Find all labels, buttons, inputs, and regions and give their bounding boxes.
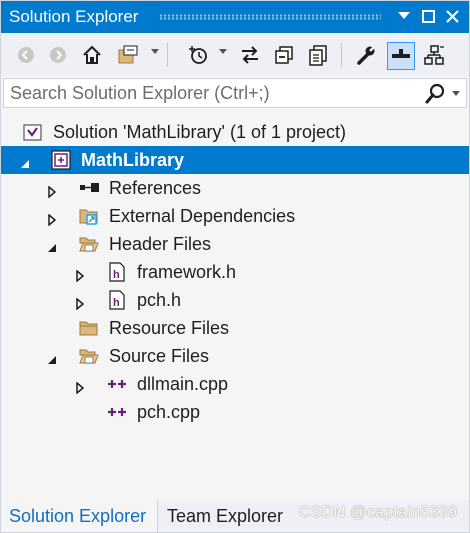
external-dependencies-folder-icon bbox=[79, 206, 99, 226]
svg-text:h: h bbox=[113, 297, 120, 309]
cpp-file-icon bbox=[107, 374, 127, 394]
collapse-arrow-icon[interactable] bbox=[19, 154, 31, 168]
sync-view-icon[interactable] bbox=[115, 42, 141, 68]
tree-item-references[interactable]: References bbox=[1, 174, 469, 202]
tab-solution-explorer[interactable]: Solution Explorer bbox=[1, 500, 158, 532]
search-input[interactable] bbox=[10, 82, 410, 104]
show-all-files-icon[interactable] bbox=[305, 42, 331, 68]
tree-item-pch-cpp[interactable]: pch.cpp bbox=[1, 398, 469, 426]
maximize-icon[interactable] bbox=[417, 5, 439, 27]
tree-item-label: Solution 'MathLibrary' (1 of 1 project) bbox=[53, 122, 347, 142]
tree-item-label: pch.h bbox=[137, 290, 182, 310]
toolbar bbox=[1, 34, 469, 76]
switch-views-icon[interactable] bbox=[237, 42, 263, 68]
collapse-arrow-icon[interactable] bbox=[46, 350, 58, 364]
toolbar-separator bbox=[341, 43, 342, 67]
tree-item-label: External Dependencies bbox=[109, 206, 296, 226]
tree-item-label: MathLibrary bbox=[81, 150, 185, 170]
tree-item-external-dependencies[interactable]: External Dependencies bbox=[1, 202, 469, 230]
window-title: Solution Explorer bbox=[9, 7, 139, 26]
forward-icon[interactable] bbox=[45, 42, 71, 68]
open-folder-icon bbox=[79, 234, 99, 254]
title-bar-grip[interactable] bbox=[159, 14, 381, 20]
tree-item-header-files[interactable]: Header Files bbox=[1, 230, 469, 258]
bottom-tab-strip: Solution Explorer Team Explorer CSDN @ca… bbox=[1, 500, 469, 532]
pending-changes-dropdown-icon[interactable] bbox=[219, 49, 227, 54]
tab-team-explorer[interactable]: Team Explorer bbox=[159, 500, 294, 532]
search-options-dropdown-icon[interactable] bbox=[452, 91, 460, 96]
folder-icon bbox=[79, 318, 99, 338]
collapse-arrow-icon[interactable] bbox=[46, 238, 58, 252]
tree-item-solution[interactable]: Solution 'MathLibrary' (1 of 1 project) bbox=[1, 118, 469, 146]
sync-view-dropdown-icon[interactable] bbox=[151, 49, 159, 54]
tree-item-label: dllmain.cpp bbox=[137, 374, 229, 394]
tree-item-resource-files[interactable]: Resource Files bbox=[1, 314, 469, 342]
solution-icon bbox=[23, 122, 43, 142]
preview-selected-items-icon[interactable] bbox=[387, 42, 415, 70]
pending-changes-icon[interactable] bbox=[185, 42, 211, 68]
expand-arrow-icon[interactable] bbox=[74, 378, 86, 395]
expand-arrow-icon[interactable] bbox=[46, 210, 58, 227]
search-icon[interactable] bbox=[424, 83, 448, 105]
cpp-file-icon bbox=[107, 402, 127, 422]
tree-item-label: References bbox=[109, 178, 202, 198]
watermark-text: CSDN @captain5339 bbox=[299, 504, 458, 521]
header-file-icon: h bbox=[107, 262, 127, 282]
class-view-icon[interactable] bbox=[421, 42, 447, 68]
expand-arrow-icon[interactable] bbox=[74, 266, 86, 283]
expand-arrow-icon[interactable] bbox=[74, 294, 86, 311]
back-icon[interactable] bbox=[13, 42, 39, 68]
tree-item-label: Source Files bbox=[109, 346, 210, 366]
tree-item-project[interactable]: MathLibrary bbox=[1, 146, 469, 174]
tree-item-source-files[interactable]: Source Files bbox=[1, 342, 469, 370]
tree-item-label: framework.h bbox=[137, 262, 237, 282]
tree-item-framework-h[interactable]: h framework.h bbox=[1, 258, 469, 286]
tree-item-label: Resource Files bbox=[109, 318, 230, 338]
references-icon bbox=[79, 178, 99, 198]
tree-item-label: pch.cpp bbox=[137, 402, 201, 422]
open-folder-icon bbox=[79, 346, 99, 366]
close-icon[interactable] bbox=[441, 5, 463, 27]
toolbar-separator bbox=[167, 43, 168, 67]
cpp-project-icon bbox=[51, 150, 71, 170]
svg-text:h: h bbox=[113, 269, 120, 281]
title-bar[interactable]: Solution Explorer bbox=[1, 1, 469, 33]
header-file-icon: h bbox=[107, 290, 127, 310]
home-icon[interactable] bbox=[79, 42, 105, 68]
tree-item-label: Header Files bbox=[109, 234, 212, 254]
expand-arrow-icon[interactable] bbox=[46, 182, 58, 199]
tree-item-dllmain-cpp[interactable]: dllmain.cpp bbox=[1, 370, 469, 398]
properties-icon[interactable] bbox=[353, 42, 379, 68]
search-box[interactable] bbox=[3, 78, 467, 108]
collapse-all-icon[interactable] bbox=[271, 42, 297, 68]
tree-item-pch-h[interactable]: h pch.h bbox=[1, 286, 469, 314]
solution-explorer-window: Solution Explorer Search Solution Explor… bbox=[0, 0, 470, 533]
window-position-dropdown-icon[interactable] bbox=[393, 5, 415, 27]
